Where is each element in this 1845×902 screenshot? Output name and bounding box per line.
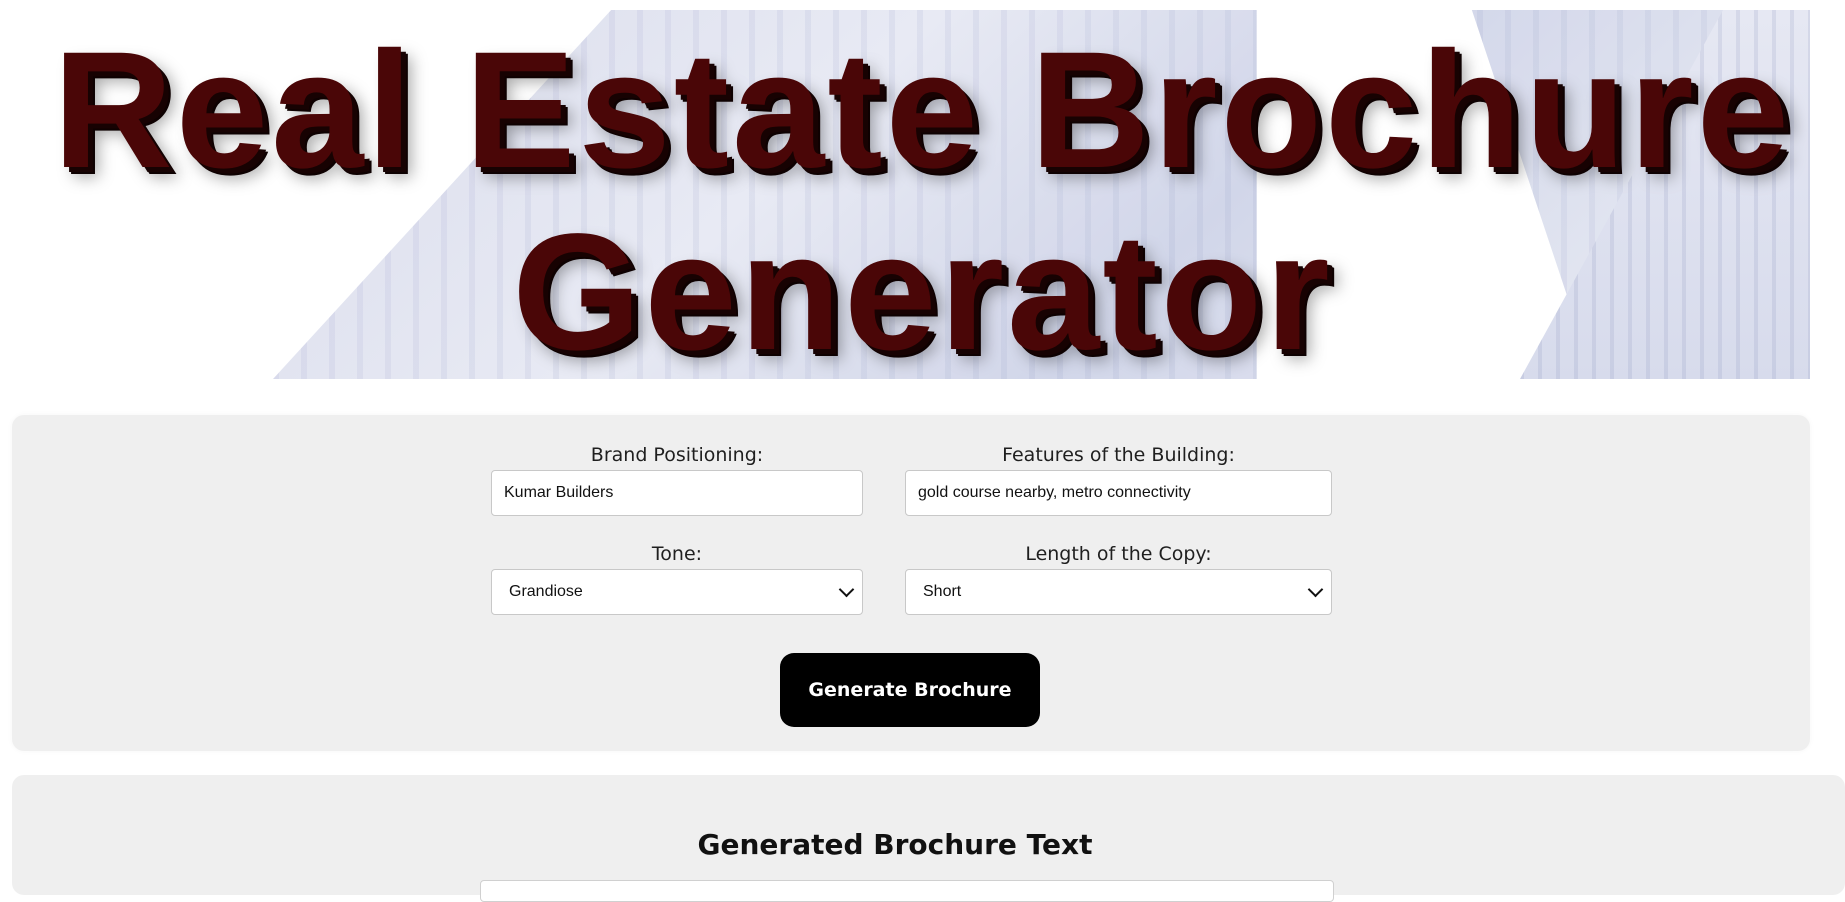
copy-length-label: Length of the Copy: [1025, 543, 1212, 565]
hero-banner: Real Estate Brochure Generator [0, 0, 1845, 384]
page-title-line1: Real Estate Brochure [52, 18, 1793, 203]
generated-text-area[interactable] [480, 880, 1334, 902]
building-features-label: Features of the Building: [1002, 444, 1235, 466]
building-features-input[interactable] [905, 470, 1332, 516]
brand-positioning-field: Brand Positioning: [491, 442, 863, 516]
generate-brochure-button[interactable]: Generate Brochure [780, 653, 1040, 727]
page-title: Real Estate Brochure Generator [0, 20, 1845, 384]
page-title-line2: Generator [512, 200, 1333, 385]
copy-length-selected-value: Short [923, 583, 962, 600]
copy-length-field: Length of the Copy: Short [905, 541, 1332, 615]
tone-select[interactable]: Grandiose [491, 569, 863, 615]
building-features-field: Features of the Building: [905, 442, 1332, 516]
output-heading: Generated Brochure Text [697, 828, 1093, 861]
tone-label: Tone: [651, 543, 703, 565]
chevron-down-icon [838, 581, 855, 597]
tone-field: Tone: Grandiose [491, 541, 863, 615]
chevron-down-icon [1307, 581, 1324, 597]
brand-positioning-input[interactable] [491, 470, 863, 516]
brand-positioning-label: Brand Positioning: [590, 444, 764, 466]
tone-selected-value: Grandiose [509, 583, 583, 600]
copy-length-select[interactable]: Short [905, 569, 1332, 615]
